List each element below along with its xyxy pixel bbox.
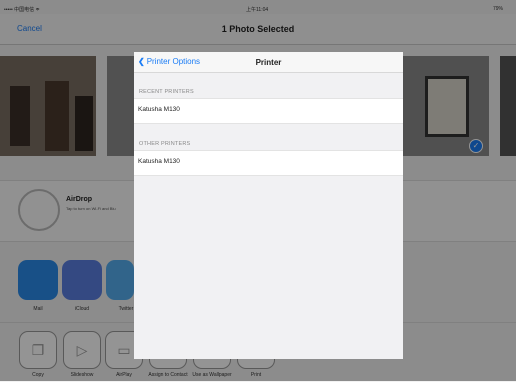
printer-name: Katusha M130 [138, 158, 180, 165]
printer-row-recent[interactable]: Katusha M130 [134, 98, 403, 124]
popover-header: ❮ Printer Options Printer [134, 52, 403, 73]
other-printers-header: OTHER PRINTERS [139, 141, 191, 147]
printer-name: Katusha M130 [138, 106, 180, 113]
printer-popover: ❮ Printer Options Printer RECENT PRINTERS… [134, 52, 403, 359]
recent-printers-header: RECENT PRINTERS [139, 89, 194, 95]
printer-row-other[interactable]: Katusha M130 [134, 150, 403, 176]
popover-title: Printer [255, 58, 282, 67]
